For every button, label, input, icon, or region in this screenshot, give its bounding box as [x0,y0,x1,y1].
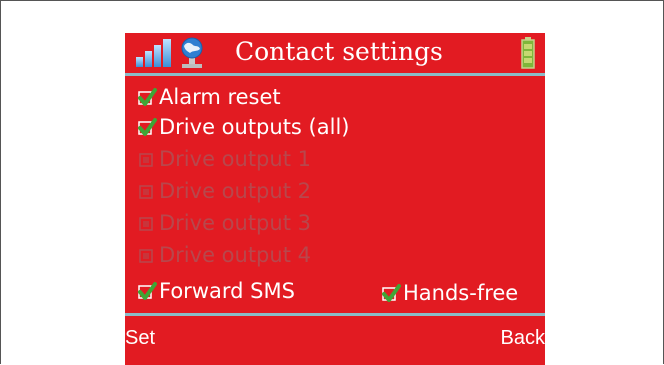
signal-bars-icon [136,39,171,67]
battery-icon [521,37,535,69]
option-label: Drive output 1 [159,147,311,171]
option-label: Drive output 3 [159,211,311,235]
option-label: Hands-free [403,281,519,305]
title-bar: Contact settings [125,33,545,73]
checkbox-unchecked-icon [139,217,153,231]
option-label: Drive outputs (all) [159,115,350,139]
header-divider [125,73,545,76]
option-label: Drive output 4 [159,243,311,267]
back-softkey[interactable]: Back [501,327,545,350]
checkbox-unchecked-icon [139,249,153,263]
network-globe-icon [181,37,203,68]
option-forward-sms[interactable]: Forward SMS [137,277,295,305]
device-frame: Contact settings Alarm reset Drive outpu… [0,0,664,365]
checkbox-unchecked-icon [139,153,153,167]
set-softkey[interactable]: Set [125,327,155,350]
option-drive-output-1: Drive output 1 [137,145,311,173]
checkbox-checked-icon[interactable] [137,87,157,107]
phone-screen: Contact settings Alarm reset Drive outpu… [125,33,545,365]
option-hands-free[interactable]: Hands-free [381,279,518,307]
option-drive-output-4: Drive output 4 [137,241,311,269]
option-label: Forward SMS [159,279,295,303]
checkbox-checked-icon[interactable] [137,281,157,301]
footer-divider [125,313,545,316]
option-drive-output-2: Drive output 2 [137,177,311,205]
page-title: Contact settings [235,37,443,66]
checkbox-checked-icon[interactable] [381,283,401,303]
option-label: Alarm reset [159,85,281,109]
option-drive-output-3: Drive output 3 [137,209,311,237]
checkbox-unchecked-icon [139,185,153,199]
option-drive-outputs-all[interactable]: Drive outputs (all) [137,113,349,141]
option-label: Drive output 2 [159,179,311,203]
checkbox-checked-icon[interactable] [137,117,157,137]
option-alarm-reset[interactable]: Alarm reset [137,83,281,111]
